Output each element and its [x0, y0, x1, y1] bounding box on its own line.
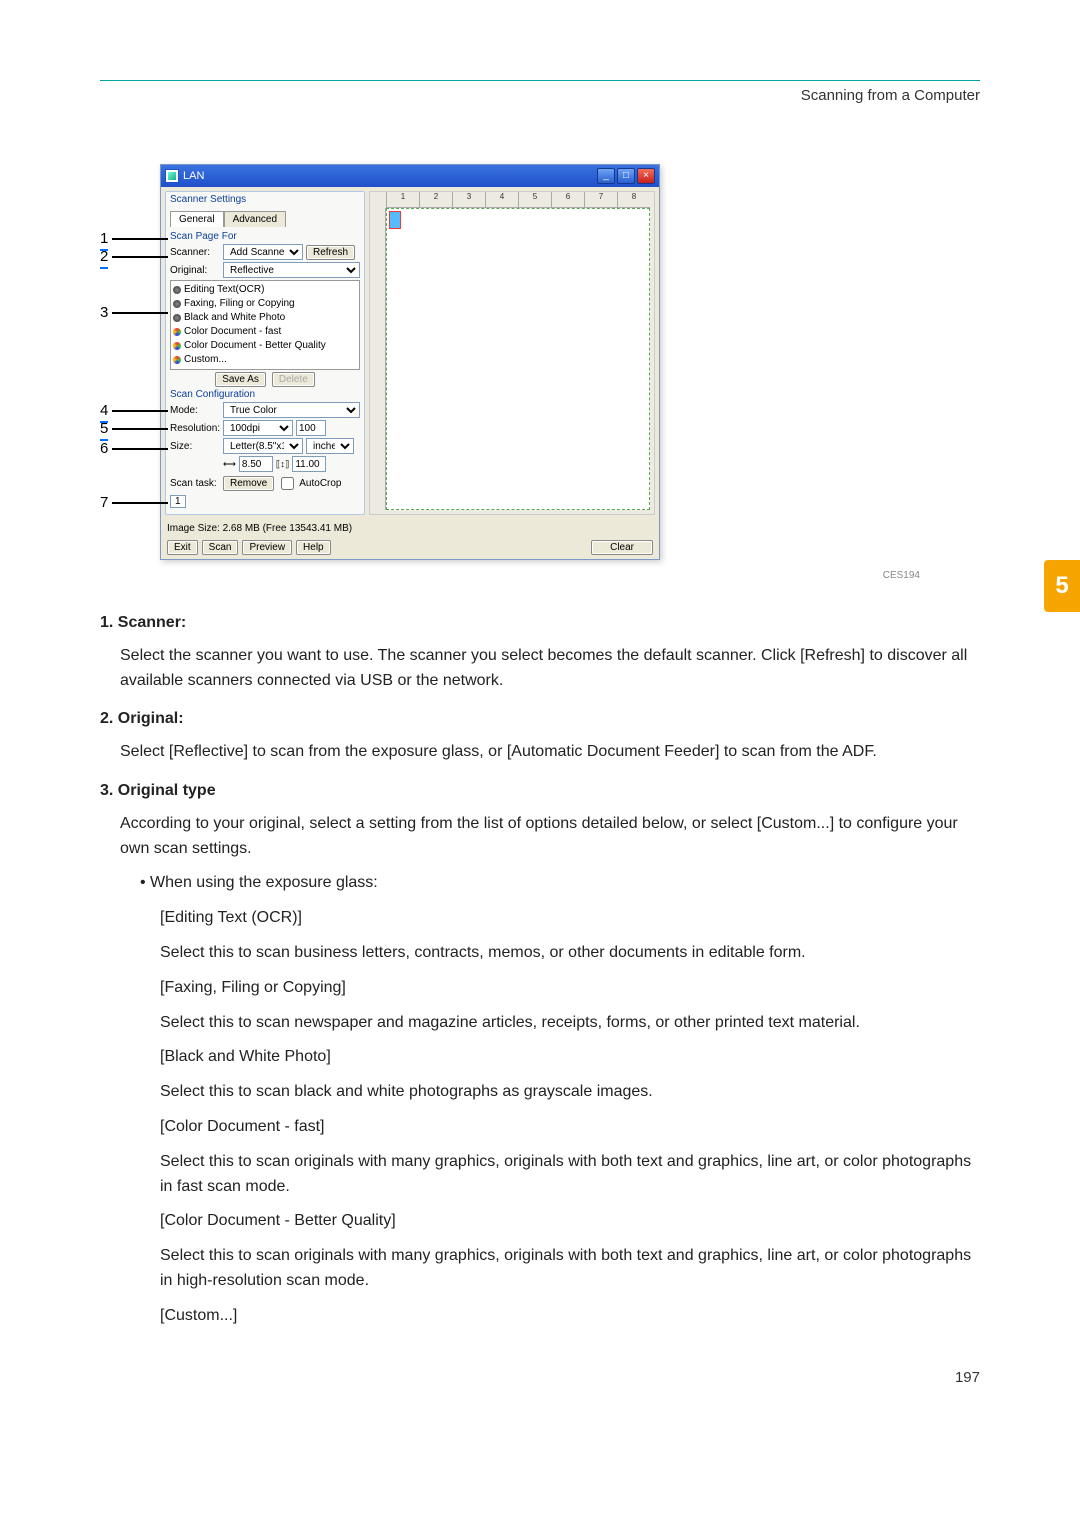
image-reference: CES194: [100, 570, 920, 581]
delete-button[interactable]: Delete: [272, 372, 315, 387]
units-select[interactable]: inches: [306, 438, 354, 454]
callout-6: 6: [100, 440, 112, 457]
s2-head: 2. Original:: [100, 707, 980, 732]
callout-2: 2: [100, 248, 112, 265]
callout-5: 5: [100, 420, 112, 437]
callout-4: 4: [100, 402, 112, 419]
height-input[interactable]: [292, 456, 326, 472]
s1-body: Select the scanner you want to use. The …: [120, 644, 980, 694]
chapter-tab: 5: [1044, 560, 1080, 612]
clear-button[interactable]: Clear: [591, 540, 653, 555]
preview-pane: 12345678: [369, 191, 655, 515]
app-icon: [165, 169, 179, 183]
task-label: Scan task:: [170, 478, 220, 489]
remove-button[interactable]: Remove: [223, 476, 274, 491]
mode-label: Mode:: [170, 405, 220, 416]
task-count[interactable]: 1: [170, 495, 186, 508]
resolution-input[interactable]: [296, 420, 326, 436]
s2-body: Select [Reflective] to scan from the exp…: [120, 740, 980, 765]
opt1: [Editing Text (OCR)]: [160, 906, 980, 931]
selection-marquee[interactable]: [389, 211, 401, 229]
bw-icon: [173, 300, 181, 308]
original-select[interactable]: Reflective: [223, 262, 360, 278]
opt1-desc: Select this to scan business letters, co…: [160, 941, 980, 966]
s3-head: 3. Original type: [100, 779, 980, 804]
save-as-button[interactable]: Save As: [215, 372, 266, 387]
size-select[interactable]: Letter(8.5"x11"): [223, 438, 303, 454]
maximize-button[interactable]: □: [617, 168, 635, 184]
body-text: 1. Scanner: Select the scanner you want …: [100, 611, 980, 1329]
screenshot-figure: 1 2 3 4 5 6 7 LAN _ □ × Scanner Set: [160, 164, 700, 560]
original-type-list[interactable]: Editing Text(OCR) Faxing, Filing or Copy…: [170, 280, 360, 370]
original-label: Original:: [170, 265, 220, 276]
tab-general[interactable]: General: [170, 211, 224, 227]
resolution-label: Resolution:: [170, 423, 220, 434]
preview-area[interactable]: [386, 208, 650, 510]
ruler-vertical: [370, 208, 386, 510]
bw-icon: [173, 286, 181, 294]
color-icon: [173, 328, 181, 336]
opt5: [Color Document - Better Quality]: [160, 1209, 980, 1234]
opt3: [Black and White Photo]: [160, 1045, 980, 1070]
opt4: [Color Document - fast]: [160, 1115, 980, 1140]
tab-advanced[interactable]: Advanced: [224, 211, 286, 227]
s3-body: According to your original, select a set…: [120, 812, 980, 862]
s1-head: 1. Scanner:: [100, 611, 980, 636]
scan-page-for-label: Scan Page For: [170, 231, 360, 242]
opt6: [Custom...]: [160, 1304, 980, 1329]
preview-button[interactable]: Preview: [242, 540, 292, 555]
close-button[interactable]: ×: [637, 168, 655, 184]
app-window: LAN _ □ × Scanner Settings General Advan…: [160, 164, 660, 560]
callout-3: 3: [100, 304, 112, 321]
callout-7: 7: [100, 494, 112, 511]
scan-config-label: Scan Configuration: [170, 389, 360, 400]
scan-button[interactable]: Scan: [202, 540, 239, 555]
opt4-desc: Select this to scan originals with many …: [160, 1150, 980, 1200]
titlebar[interactable]: LAN _ □ ×: [161, 165, 659, 187]
width-input[interactable]: [239, 456, 273, 472]
opt2-desc: Select this to scan newspaper and magazi…: [160, 1011, 980, 1036]
callout-1: 1: [100, 230, 112, 247]
exit-button[interactable]: Exit: [167, 540, 198, 555]
opt3-desc: Select this to scan black and white phot…: [160, 1080, 980, 1105]
mode-select[interactable]: True Color: [223, 402, 360, 418]
page-number: 197: [100, 1369, 980, 1386]
scanner-label: Scanner:: [170, 247, 220, 258]
ruler-horizontal: 12345678: [386, 192, 650, 208]
refresh-button[interactable]: Refresh: [306, 245, 355, 260]
bullet-exposure: When using the exposure glass:: [140, 871, 980, 896]
opt5-desc: Select this to scan originals with many …: [160, 1244, 980, 1294]
bw-icon: [173, 314, 181, 322]
group-title: Scanner Settings: [166, 192, 364, 207]
scanner-select[interactable]: Add Scanner IP...: [223, 244, 303, 260]
minimize-button[interactable]: _: [597, 168, 615, 184]
help-button[interactable]: Help: [296, 540, 331, 555]
running-header: Scanning from a Computer: [100, 87, 980, 104]
autocrop-checkbox[interactable]: AutoCrop: [277, 474, 341, 493]
window-title: LAN: [183, 170, 597, 182]
color-icon: [173, 342, 181, 350]
image-size-text: Image Size: 2.68 MB (Free 13543.41 MB): [167, 523, 352, 534]
color-icon: [173, 356, 181, 364]
resolution-select[interactable]: 100dpi: [223, 420, 293, 436]
opt2: [Faxing, Filing or Copying]: [160, 976, 980, 1001]
header-rule: [100, 80, 980, 81]
size-label: Size:: [170, 441, 220, 452]
